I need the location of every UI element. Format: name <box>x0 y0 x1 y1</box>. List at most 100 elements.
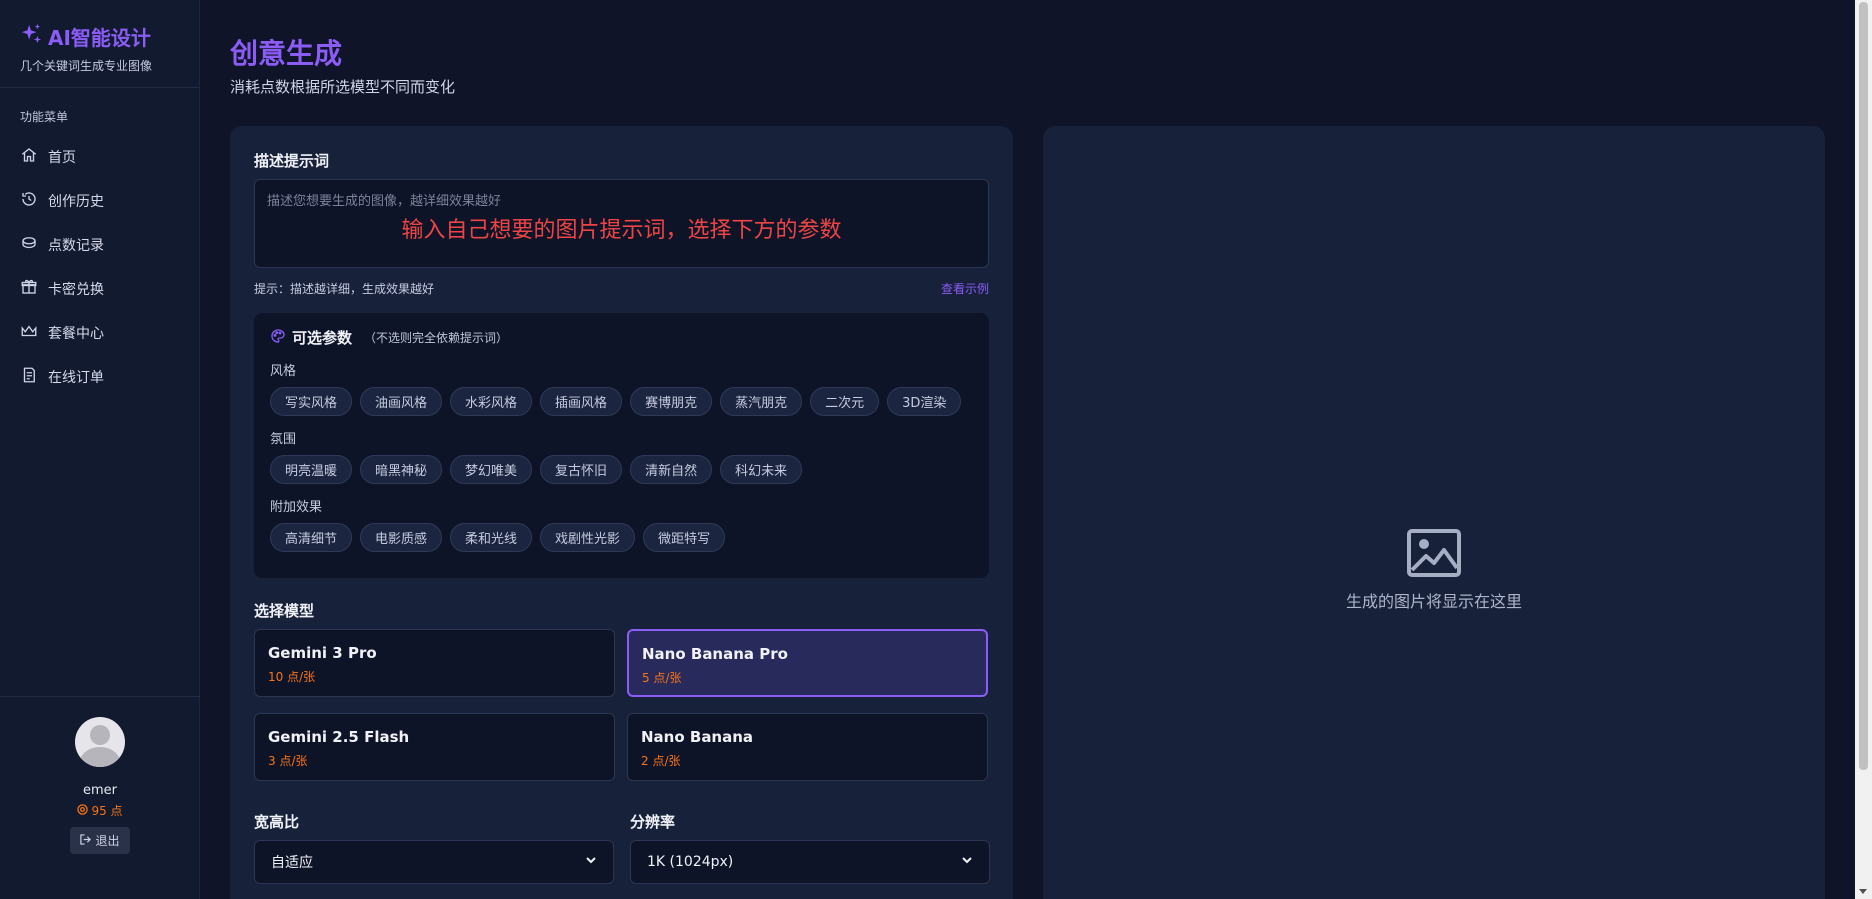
hint-row: 提示：描述越详细，生成效果越好 查看示例 <box>254 280 989 297</box>
scrollbar-thumb[interactable] <box>1859 2 1868 770</box>
mood-chips: 明亮温暖 暗黑神秘 梦幻唯美 复古怀旧 清新自然 科幻未来 <box>270 455 973 484</box>
style-chip[interactable]: 插画风格 <box>540 387 623 416</box>
sidebar-item-history[interactable]: 创作历史 <box>0 179 199 223</box>
target-icon <box>77 803 89 818</box>
page-scrollbar[interactable] <box>1855 0 1872 899</box>
view-examples-link[interactable]: 查看示例 <box>941 280 989 297</box>
aspect-ratio-field: 宽高比 自适应 <box>254 811 614 884</box>
chevron-down-icon <box>585 854 597 870</box>
prompt-hint: 提示：描述越详细，生成效果越好 <box>254 282 435 296</box>
sidebar-item-orders[interactable]: 在线订单 <box>0 355 199 399</box>
image-icon <box>1406 529 1462 582</box>
model-name: Gemini 2.5 Flash <box>268 728 410 746</box>
palette-icon <box>270 328 286 348</box>
style-chip[interactable]: 蒸汽朋克 <box>720 387 803 416</box>
effect-chip[interactable]: 高清细节 <box>270 523 353 552</box>
logout-button[interactable]: 退出 <box>70 827 130 854</box>
model-price: 3 点/张 <box>268 754 308 768</box>
resolution-field: 分辨率 1K (1024px) <box>630 811 990 884</box>
model-card-gemini-3-pro[interactable]: Gemini 3 Pro 10 点/张 <box>254 629 615 697</box>
effect-chip[interactable]: 戏剧性光影 <box>540 523 636 552</box>
model-name: Nano Banana <box>641 728 754 746</box>
aspect-ratio-label: 宽高比 <box>254 813 300 831</box>
select-row: 宽高比 自适应 分辨率 1K (1024px) <box>254 811 990 884</box>
preview-placeholder-text: 生成的图片将显示在这里 <box>1345 592 1522 611</box>
sidebar-item-label: 在线订单 <box>48 370 104 386</box>
page-title: 创意生成 <box>230 37 343 70</box>
brand-subtitle: 几个关键词生成专业图像 <box>20 59 153 73</box>
effect-chip[interactable]: 柔和光线 <box>450 523 533 552</box>
logout-label: 退出 <box>95 834 120 848</box>
page-subtitle: 消耗点数根据所选模型不同而变化 <box>230 78 456 96</box>
logout-icon <box>80 833 92 848</box>
style-chip[interactable]: 赛博朋克 <box>630 387 713 416</box>
sidebar-item-home[interactable]: 首页 <box>0 135 199 179</box>
brand-title[interactable]: AI智能设计 <box>20 22 179 51</box>
params-title: 可选参数 <box>292 329 353 347</box>
model-name: Nano Banana Pro <box>642 645 788 663</box>
home-icon <box>20 146 38 168</box>
model-card-gemini-2-5-flash[interactable]: Gemini 2.5 Flash 3 点/张 <box>254 713 615 781</box>
aspect-ratio-value: 自适应 <box>271 855 313 871</box>
chevron-down-icon <box>961 854 973 870</box>
prompt-label: 描述提示词 <box>254 152 330 170</box>
model-name: Gemini 3 Pro <box>268 644 377 662</box>
sidebar-item-points[interactable]: 点数记录 <box>0 223 199 267</box>
menu-label: 功能菜单 <box>20 110 69 124</box>
prompt-input[interactable] <box>255 180 988 267</box>
optional-params: 可选参数 （不选则完全依赖提示词） 风格 写实风格 油画风格 水彩风格 插画风格… <box>254 313 989 578</box>
gift-icon <box>20 278 38 300</box>
username: emer <box>82 783 117 798</box>
crown-icon <box>20 322 38 344</box>
effect-chip[interactable]: 微距特写 <box>643 523 726 552</box>
style-group-label: 风格 <box>270 364 297 379</box>
aspect-ratio-select[interactable]: 自适应 <box>254 840 614 884</box>
mood-chip[interactable]: 暗黑神秘 <box>360 455 443 484</box>
mood-chip[interactable]: 明亮温暖 <box>270 455 353 484</box>
style-chips: 写实风格 油画风格 水彩风格 插画风格 赛博朋克 蒸汽朋克 二次元 3D渲染 <box>270 387 973 416</box>
style-chip[interactable]: 3D渲染 <box>887 387 962 416</box>
preview-panel: 生成的图片将显示在这里 <box>1043 126 1825 899</box>
params-note: （不选则完全依赖提示词） <box>364 331 509 345</box>
sidebar-item-plans[interactable]: 套餐中心 <box>0 311 199 355</box>
order-icon <box>20 366 38 388</box>
effects-chips: 高清细节 电影质感 柔和光线 戏剧性光影 微距特写 <box>270 523 973 552</box>
model-price: 10 点/张 <box>268 670 316 684</box>
user-area: emer 95 点 退出 <box>0 696 200 899</box>
style-chip[interactable]: 写实风格 <box>270 387 353 416</box>
sidebar-item-label: 首页 <box>48 150 76 166</box>
mood-chip[interactable]: 梦幻唯美 <box>450 455 533 484</box>
model-label: 选择模型 <box>254 602 315 620</box>
resolution-value: 1K (1024px) <box>647 854 734 870</box>
prompt-box: 输入自己想要的图片提示词，选择下方的参数 <box>254 179 989 268</box>
sidebar: AI智能设计 几个关键词生成专业图像 功能菜单 首页 创作历史 点数记录 卡密兑… <box>0 0 200 899</box>
user-points: 95 点 <box>0 802 200 819</box>
mood-group-label: 氛围 <box>270 432 297 447</box>
brand: AI智能设计 几个关键词生成专业图像 <box>0 0 199 88</box>
mood-chip[interactable]: 清新自然 <box>630 455 713 484</box>
style-chip[interactable]: 二次元 <box>810 387 880 416</box>
params-header: 可选参数 （不选则完全依赖提示词） <box>270 327 973 348</box>
style-chip[interactable]: 水彩风格 <box>450 387 533 416</box>
sidebar-item-redeem[interactable]: 卡密兑换 <box>0 267 199 311</box>
resolution-select[interactable]: 1K (1024px) <box>630 840 990 884</box>
mood-chip[interactable]: 复古怀旧 <box>540 455 623 484</box>
sidebar-item-label: 套餐中心 <box>48 326 104 342</box>
user-points-text: 95 点 <box>91 804 123 818</box>
model-card-nano-banana[interactable]: Nano Banana 2 点/张 <box>627 713 988 781</box>
generation-form: 描述提示词 输入自己想要的图片提示词，选择下方的参数 提示：描述越详细，生成效果… <box>230 126 1013 899</box>
avatar[interactable] <box>75 717 125 767</box>
scroll-down-arrow[interactable] <box>1859 889 1867 894</box>
model-price: 2 点/张 <box>641 754 681 768</box>
model-grid: Gemini 3 Pro 10 点/张 Nano Banana Pro 5 点/… <box>254 629 989 781</box>
effect-chip[interactable]: 电影质感 <box>360 523 443 552</box>
sidebar-item-label: 卡密兑换 <box>48 282 104 298</box>
effects-group-label: 附加效果 <box>270 500 323 515</box>
history-icon <box>20 190 38 212</box>
sidebar-item-label: 创作历史 <box>48 194 104 210</box>
coins-icon <box>20 234 38 256</box>
preview-placeholder: 生成的图片将显示在这里 <box>1043 528 1825 612</box>
style-chip[interactable]: 油画风格 <box>360 387 443 416</box>
mood-chip[interactable]: 科幻未来 <box>720 455 803 484</box>
model-card-nano-banana-pro[interactable]: Nano Banana Pro 5 点/张 <box>627 629 988 697</box>
